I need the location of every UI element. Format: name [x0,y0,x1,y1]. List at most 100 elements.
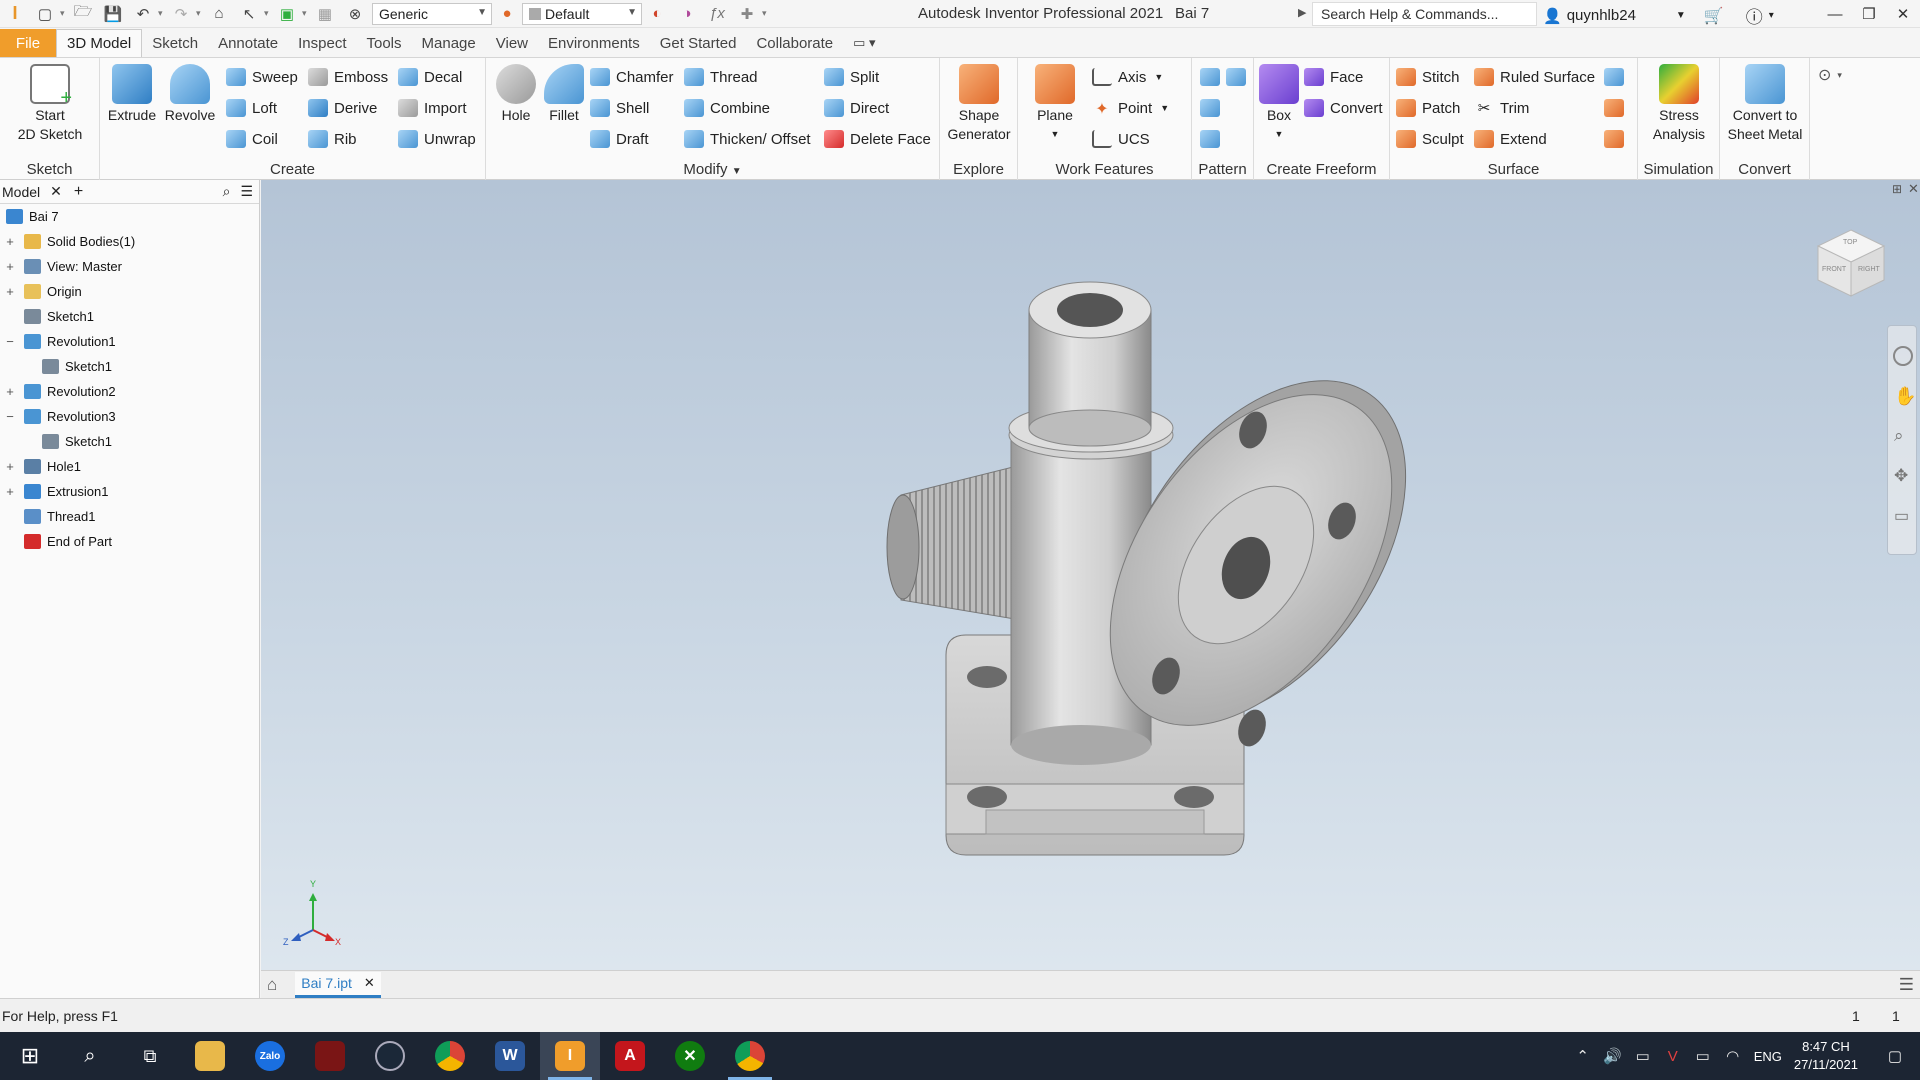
point-button[interactable]: ✦ Point ▼ [1092,97,1169,119]
tree-item[interactable]: + Extrusion1 [0,479,259,504]
shape-generator-button[interactable]: Shape Generator [944,64,1014,144]
undo-dropdown-icon[interactable]: ▾ [158,8,166,19]
battery-icon[interactable]: ▭ [1688,1047,1718,1065]
material-icon[interactable]: ▦ [314,3,336,25]
loft-button[interactable]: Loft [226,97,277,119]
patch-button[interactable]: Patch [1396,97,1460,119]
taskbar-inventor[interactable]: I [540,1032,600,1080]
tree-item[interactable]: Bai 7 [0,204,259,229]
save-icon[interactable]: 💾 [102,3,124,25]
face-button[interactable]: Face [1304,66,1363,88]
material-combo[interactable]: Generic ▼ [372,2,492,25]
taskbar-zalo[interactable]: Zalo [240,1032,300,1080]
stitch-button[interactable]: Stitch [1396,66,1460,88]
tab-manage[interactable]: Manage [412,29,486,57]
parameters-fx-icon[interactable]: ƒx [706,3,728,25]
tree-item[interactable]: + Revolution2 [0,379,259,404]
taskbar-xbox[interactable]: ✕ [660,1032,720,1080]
appearance-icon[interactable]: ● [496,3,518,25]
help-icon[interactable]: ⓘ [1746,3,1763,28]
taskbar-autocad[interactable]: A [600,1032,660,1080]
stress-analysis-button[interactable]: Stress Analysis [1646,64,1712,144]
clear-override-icon[interactable]: ⊗ [344,3,366,25]
axis-button[interactable]: Axis ▼ [1092,66,1163,88]
unwrap-button[interactable]: Unwrap [398,128,476,150]
undo-icon[interactable]: ↶ [132,3,154,25]
delete-face-button[interactable]: Delete Face [824,128,931,150]
sketch-pattern-button[interactable] [1200,128,1226,150]
thicken-offset-button[interactable]: Thicken/ Offset [684,128,811,150]
select-dropdown-icon[interactable]: ▾ [264,8,272,19]
expand-icon[interactable]: + [5,459,15,474]
thread-button[interactable]: Thread [684,66,758,88]
surface-tool-1-button[interactable] [1604,66,1630,88]
tab-environments[interactable]: Environments [538,29,650,57]
tab-view[interactable]: View [486,29,538,57]
coil-button[interactable]: Coil [226,128,278,150]
tree-item[interactable]: + Origin [0,279,259,304]
graphics-viewport[interactable]: TOP FRONT RIGHT ✋ ⌕ ✥ ▭ ⊞ ✕ Y X Z [261,180,1920,970]
close-icon[interactable]: ✕ [50,183,62,200]
taskbar-app-red[interactable] [300,1032,360,1080]
tree-item[interactable]: + View: Master [0,254,259,279]
box-button[interactable]: Box ▼ [1254,64,1304,144]
convert-to-sheet-metal-button[interactable]: Convert to Sheet Metal [1724,64,1806,144]
split-button[interactable]: Split [824,66,879,88]
tab-file[interactable]: File [0,29,56,57]
expand-icon[interactable]: + [5,384,15,399]
sweep-button[interactable]: Sweep [226,66,298,88]
rib-button[interactable]: Rib [308,128,357,150]
extend-button[interactable]: Extend [1474,128,1547,150]
trim-button[interactable]: ✂ Trim [1474,97,1530,119]
expand-icon[interactable]: + [5,234,15,249]
full-navigation-wheel-icon[interactable] [1893,346,1913,366]
fillet-button[interactable]: Fillet [540,64,588,125]
cart-icon[interactable]: 🛒 [1704,6,1724,26]
tree-item[interactable]: + Solid Bodies(1) [0,229,259,254]
ruled-surface-button[interactable]: Ruled Surface [1474,66,1595,88]
circular-pattern-button[interactable] [1200,97,1226,119]
restore-icon[interactable]: ❐ [1852,0,1886,28]
search-icon[interactable]: ⌕ [223,183,231,200]
tree-item[interactable]: End of Part [0,529,259,554]
new-file-icon[interactable]: ▢ [34,3,56,25]
start-2d-sketch-button[interactable]: + Start 2D Sketch [14,64,86,144]
convert-freeform-button[interactable]: Convert [1304,97,1383,119]
menu-icon[interactable]: ☰ [240,183,253,200]
appearance-combo[interactable]: Default ▼ [522,2,642,25]
tab-3d-model[interactable]: 3D Model [56,29,143,57]
expand-icon[interactable]: + [5,259,15,274]
draft-button[interactable]: Draft [590,128,649,150]
tab-inspect[interactable]: Inspect [288,29,356,57]
direct-button[interactable]: Direct [824,97,889,119]
revolve-button[interactable]: Revolve [162,64,218,125]
chevron-down-icon[interactable]: ▾ [1769,10,1774,21]
taskbar-chrome-2[interactable] [720,1032,780,1080]
panel-title-modify[interactable]: Modify ▼ [486,161,939,178]
home-icon[interactable]: ⌂ [208,3,230,25]
open-folder-icon[interactable]: 🗁 [72,3,94,25]
zoom-icon[interactable]: ⌕ [1894,426,1904,446]
hole-button[interactable]: Hole [492,64,540,125]
add-icon[interactable]: ✚ [736,3,758,25]
ribbon-display-toggle[interactable]: ▭ ▾ [843,29,885,57]
emboss-button[interactable]: Emboss [308,66,388,88]
taskbar-steam[interactable] [360,1032,420,1080]
ribbon-options-button[interactable]: ⊙ ▾ [1818,64,1842,86]
help-search-input[interactable]: Search Help & Commands... [1312,2,1537,26]
mirror-button[interactable] [1226,66,1252,88]
new-dropdown-icon[interactable]: ▾ [60,8,68,19]
search-button[interactable]: ⌕ [60,1032,120,1080]
start-button[interactable]: ⊞ [0,1032,60,1080]
ucs-button[interactable]: UCS [1092,128,1150,150]
collapse-icon[interactable]: − [5,409,15,424]
orbit-icon[interactable]: ✥ [1894,466,1908,486]
maximize-view-icon[interactable]: ⊞ [1892,182,1902,196]
document-tab[interactable]: Bai 7.ipt ✕ [295,971,381,998]
browser-tab-model[interactable]: Model [2,184,40,200]
user-account[interactable]: 👤 quynhlb24 ▼ 🛒 ⓘ ▾ [1543,3,1774,28]
look-at-icon[interactable]: ▭ [1894,506,1909,526]
language-indicator[interactable]: ENG [1754,1049,1782,1064]
update-dropdown-icon[interactable]: ▾ [302,8,310,19]
wifi-icon[interactable]: ◠ [1718,1047,1748,1065]
